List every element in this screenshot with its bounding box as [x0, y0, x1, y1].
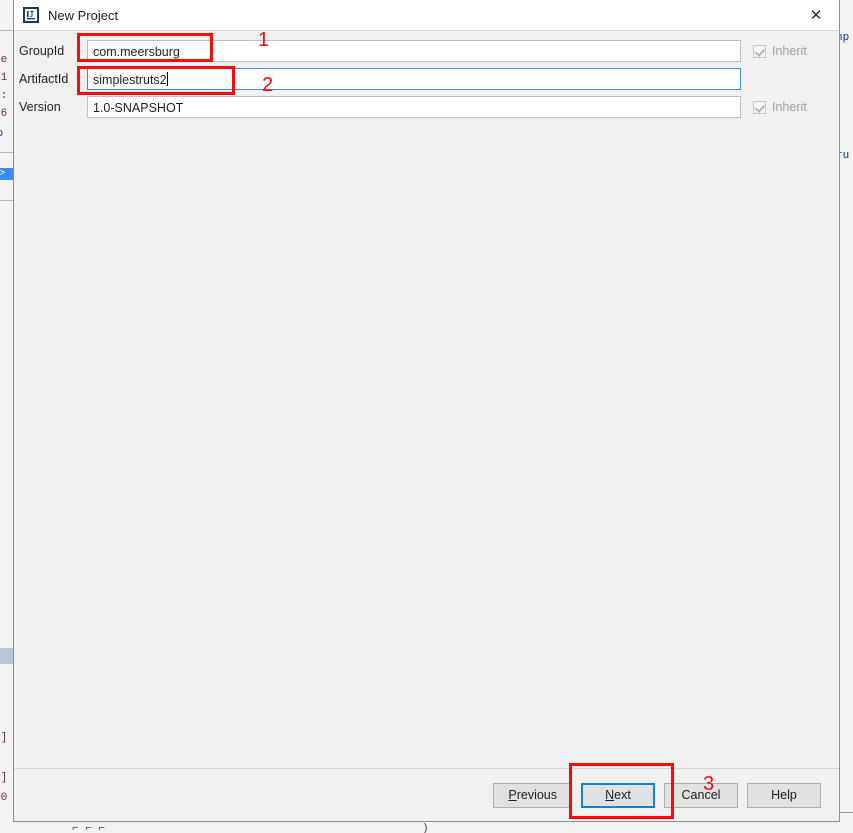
version-inherit-checkbox[interactable]: Inherit — [753, 100, 831, 114]
ide-console-fragment: ⌐ — [0, 672, 1, 684]
form-row-version: Version 1.0-SNAPSHOT Inherit — [14, 94, 839, 120]
next-button[interactable]: Next — [581, 782, 655, 808]
form-row-artifactid: ArtifactId simplestruts2 — [14, 66, 839, 92]
ide-code-fragment: co — [0, 128, 3, 140]
ide-console-fragment: ⌐ ⌐ ⌐ — [72, 823, 106, 833]
text-caret — [166, 72, 168, 86]
checkbox-checked-icon — [753, 100, 766, 114]
previous-mnemonic: P — [508, 788, 517, 802]
artifactid-value: simplestruts2 — [93, 73, 167, 87]
dialog-button-bar: Previous Next Cancel Help — [14, 768, 839, 821]
ide-code-fragment: 76 — [0, 108, 8, 120]
groupid-inherit-label: Inherit — [772, 44, 807, 58]
groupid-field[interactable]: com.meersburg — [87, 40, 741, 62]
previous-button[interactable]: Previous — [493, 782, 572, 808]
checkbox-checked-icon — [753, 44, 766, 58]
ide-console-fragment: e — [0, 692, 1, 704]
ide-code-fragment: 01 — [0, 72, 8, 84]
version-inherit-label: Inherit — [772, 100, 807, 114]
ide-console-fragment: ) — [422, 823, 429, 833]
dialog-titlebar: New Project ✕ — [14, 0, 839, 31]
ide-code-fragment: 4: — [0, 90, 8, 102]
version-field[interactable]: 1.0-SNAPSHOT — [87, 96, 741, 118]
groupid-label: GroupId — [19, 44, 65, 58]
ide-console-fragment: ⌐ — [0, 712, 1, 724]
new-project-dialog: New Project ✕ GroupId com.meersburg Inhe… — [13, 0, 840, 822]
next-mnemonic: N — [605, 788, 615, 802]
groupid-inherit-checkbox[interactable]: Inherit — [753, 44, 831, 58]
version-label: Version — [19, 100, 61, 114]
next-label-rest: ext — [614, 788, 631, 802]
ide-console-fragment: ⌐ — [0, 752, 1, 764]
artifactid-field[interactable]: simplestruts2 — [87, 68, 741, 90]
ide-code-fragment: re — [0, 54, 8, 66]
ide-console-fragment: 00 — [0, 792, 8, 804]
ide-console-fragment: ⌐ — [0, 812, 1, 824]
project-coordinates-form: GroupId com.meersburg Inherit ArtifactId… — [14, 31, 839, 768]
help-button[interactable]: Help — [747, 782, 821, 808]
close-icon[interactable]: ✕ — [793, 1, 839, 30]
form-row-groupid: GroupId com.meersburg Inherit — [14, 38, 839, 64]
ide-console-fragment: 0] — [0, 732, 8, 744]
cancel-button[interactable]: Cancel — [664, 782, 738, 808]
dialog-title: New Project — [48, 7, 119, 23]
artifactid-label: ArtifactId — [19, 72, 69, 86]
ide-code-fragment: s — [0, 222, 1, 234]
previous-label-rest: revious — [516, 788, 557, 802]
intellij-idea-icon — [23, 7, 39, 23]
ide-console-fragment: 0] — [0, 772, 8, 784]
